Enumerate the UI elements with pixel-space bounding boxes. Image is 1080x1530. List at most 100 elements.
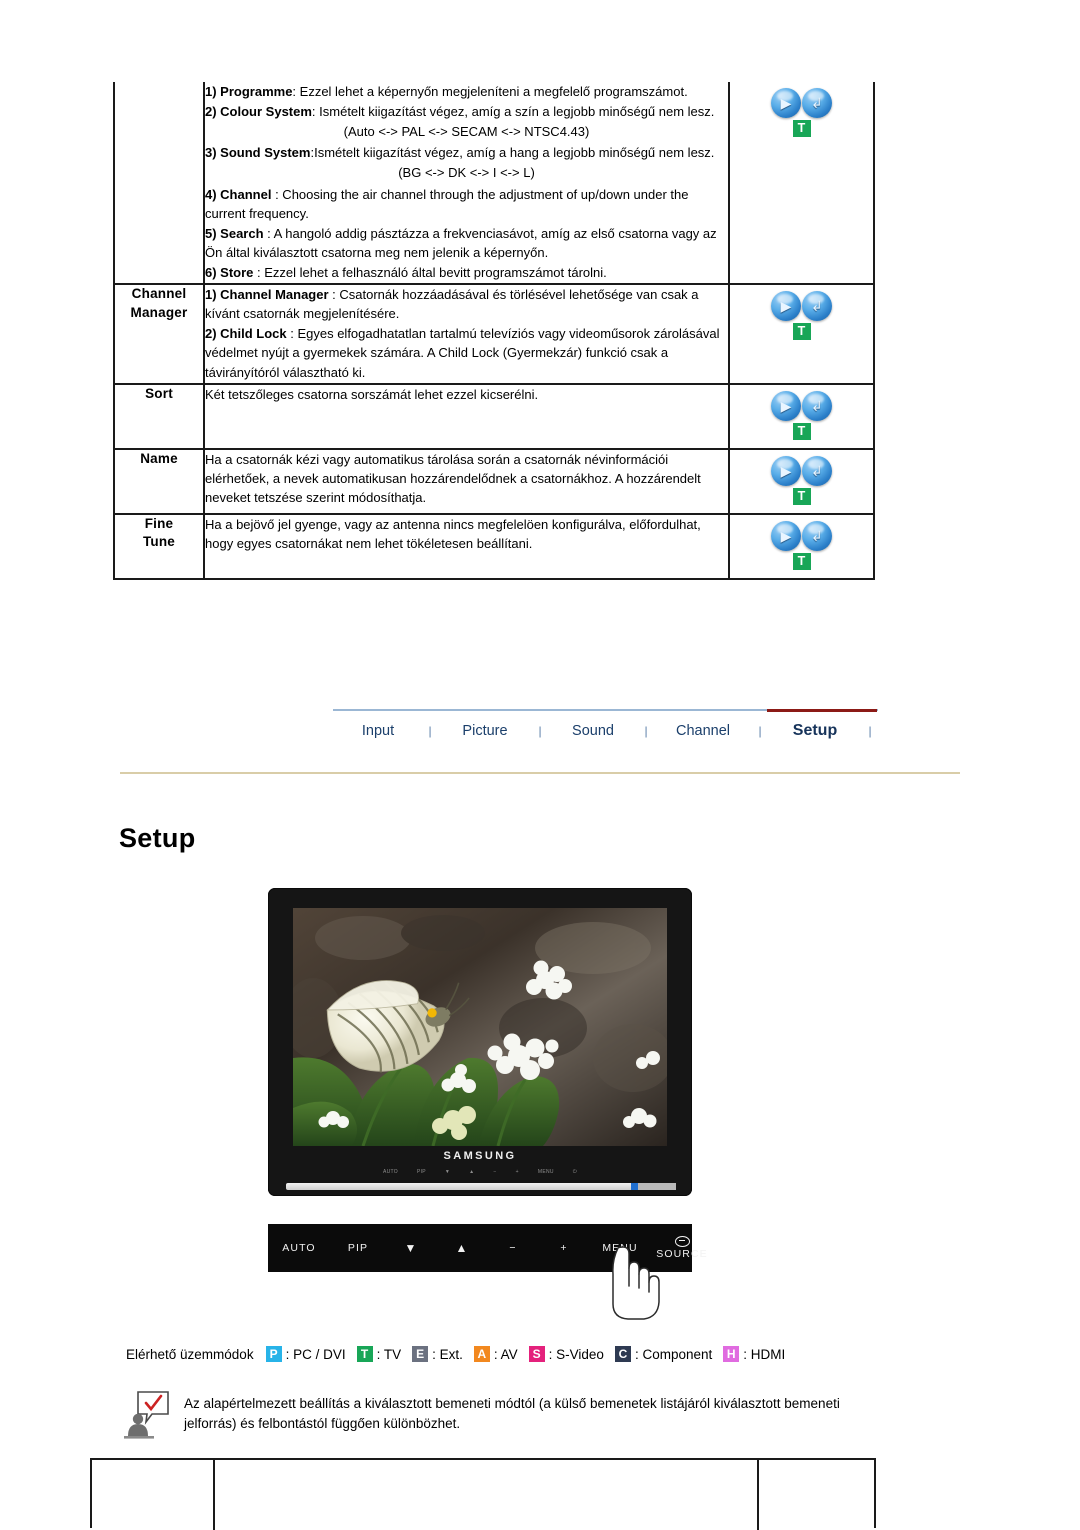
enter-icon: ↲ [802, 291, 832, 322]
table-row: Fine Tune Ha a bejövő jel gyenge, vagy az … [113, 512, 875, 580]
legend-item-s: S: S-Video [528, 1346, 604, 1362]
tv-mode-badge: T [792, 422, 811, 440]
row-label-cell: Sort [113, 382, 205, 450]
legend-lead-label: Elérhető üzemmódok [126, 1346, 254, 1362]
desc-paragraph: 5) Search : A hangoló addig pásztázza a … [205, 225, 717, 260]
mode-chip-p: P [265, 1346, 282, 1362]
legend-item-t: T: TV [356, 1346, 402, 1362]
mode-chip-label: : TV [376, 1346, 402, 1362]
up-button[interactable]: ▲ [436, 1241, 488, 1255]
mode-chip-label: : Ext. [432, 1346, 463, 1362]
tv-mode-badge: T [792, 323, 811, 341]
row-icon-cell: ▶ ↲ T [728, 283, 875, 385]
nav-tab-input[interactable]: Input [333, 723, 423, 739]
play-icon: ▶ [771, 520, 801, 551]
bezel-marking: ▼ [444, 1169, 451, 1175]
row-icon-cell: ▶ ↲ T [728, 382, 875, 450]
table-row: Sort Két tetszőleges csatorna sorszámát l… [113, 382, 875, 450]
play-icon: ▶ [771, 390, 801, 421]
down-button[interactable]: ▼ [386, 1241, 436, 1255]
desc-paragraph: 4) Channel : Choosing the air channel th… [205, 186, 689, 221]
enter-icon: ↲ [802, 455, 832, 486]
mode-chip-label: : HDMI [743, 1346, 786, 1362]
mode-icon-group: ▶ ↲ T [771, 82, 832, 145]
desc-center-line: (Auto <-> PAL <-> SECAM <-> NTSC4.43) [343, 124, 590, 140]
next-table-top-edge [90, 1458, 876, 1530]
feature-spec-table: 1) Programme: Ezzel lehet a képernyőn me… [113, 82, 875, 580]
mode-chip-t: T [356, 1346, 373, 1362]
legend-item-h: H: HDMI [723, 1346, 785, 1362]
monitor-screen [293, 908, 667, 1146]
desc-paragraph: Ha a csatornák kézi vagy automatikus tár… [205, 451, 701, 505]
mode-chip-s: S [528, 1346, 545, 1362]
butterfly-photo [293, 908, 667, 1146]
note-text: Az alapértelmezett beállítás a kiválaszt… [184, 1396, 840, 1432]
bezel-marking: ⏻ [572, 1169, 578, 1175]
tv-mode-badge: T [792, 120, 811, 137]
section-divider [120, 772, 960, 774]
row-label-cell [113, 82, 205, 286]
enter-icon: ↲ [802, 520, 832, 551]
pip-button[interactable]: PIP [330, 1242, 386, 1254]
table-row: Channel Manager 1) Channel Manager : Csato… [113, 283, 875, 385]
bezel-button-markings: AUTO PIP ▼ ▲ − + MENU ⏻ [383, 1169, 577, 1175]
nav-tab-channel[interactable]: Channel [653, 723, 753, 739]
desc-paragraph: Két tetszőleges csatorna sorszámát lehet… [205, 386, 539, 402]
bezel-marking: + [515, 1169, 519, 1175]
mode-icon-group: ▶ ↲ T [771, 385, 832, 448]
table-row: Name Ha a csatornák kézi vagy automatikus… [113, 447, 875, 515]
row-icon-cell: ▶ ↲ T [728, 447, 875, 515]
desc-paragraph: 2) Child Lock : Egyes elfogadhatatlan ta… [205, 326, 720, 380]
desc-center-line: (BG <-> DK <-> I <-> L) [398, 165, 535, 181]
auto-button[interactable]: AUTO [268, 1242, 330, 1254]
nav-separator: | [758, 724, 762, 738]
minus-button[interactable]: − [488, 1242, 538, 1254]
desc-paragraph: 6) Store : Ezzel lehet a felhasználó ált… [205, 264, 607, 280]
nav-separator: | [538, 724, 542, 738]
mode-chip-label: : AV [493, 1346, 518, 1362]
row-description-cell: 1) Channel Manager : Csatornák hozzáadás… [203, 283, 730, 385]
monitor-illustration: SAMSUNG AUTO PIP ▼ ▲ − + MENU ⏻ [268, 888, 692, 1196]
row-label-cell: Channel Manager [113, 283, 205, 385]
bezel-marking: MENU [537, 1169, 554, 1175]
row-icon-cell: ▶ ↲ T [728, 82, 875, 286]
available-modes-legend: Elérhető üzemmódok P: PC / DVI T: TV E: Ex… [126, 1346, 796, 1362]
enter-icon: ↲ [802, 88, 832, 118]
plus-button[interactable]: + [538, 1242, 590, 1254]
mode-chip-c: C [614, 1346, 631, 1362]
monitor-stand-slot [286, 1183, 676, 1190]
bezel-marking: AUTO [382, 1169, 398, 1175]
enter-icon: ↲ [802, 390, 832, 421]
nav-tab-setup[interactable]: Setup [767, 722, 863, 740]
section-nav: Input | Picture | Sound | Channel | Setup | [333, 709, 878, 753]
nav-tab-sound[interactable]: Sound [547, 723, 639, 739]
row-label-cell: Fine Tune [113, 512, 205, 580]
nav-separator: | [868, 724, 872, 738]
pointing-hand-icon [612, 1246, 660, 1320]
desc-paragraph: Ha a bejövő jel gyenge, vagy az antenna … [205, 516, 701, 551]
row-label-cell: Name [113, 447, 205, 515]
bezel-marking: − [493, 1169, 497, 1175]
table-row: 1) Programme: Ezzel lehet a képernyőn me… [113, 82, 875, 286]
row-icon-cell: ▶ ↲ T [728, 512, 875, 580]
desc-paragraph: 2) Colour System: Ismételt kiigazítást v… [205, 104, 715, 120]
legend-item-c: C: Component [614, 1346, 712, 1362]
nav-separator: | [428, 724, 432, 738]
mode-chip-label: : S-Video [548, 1346, 604, 1362]
tv-mode-badge: T [792, 487, 811, 505]
play-icon: ▶ [771, 455, 801, 486]
row-description-cell: Ha a csatornák kézi vagy automatikus tár… [203, 447, 730, 515]
desc-paragraph: 3) Sound System:Ismételt kiigazítást vég… [205, 145, 715, 161]
mode-icon-group: ▶ ↲ T [771, 515, 832, 578]
mode-icon-group: ▶ ↲ T [771, 285, 832, 348]
desc-paragraph: 1) Programme: Ezzel lehet a képernyőn me… [205, 84, 688, 99]
tv-mode-badge: T [792, 552, 811, 570]
mode-chip-label: : PC / DVI [285, 1346, 346, 1362]
nav-tab-picture[interactable]: Picture [437, 723, 533, 739]
bezel-marking: ▲ [469, 1169, 475, 1175]
row-description-cell: Két tetszőleges csatorna sorszámát lehet… [203, 382, 730, 450]
legend-item-e: E: Ext. [412, 1346, 463, 1362]
note-person-check-icon [122, 1390, 184, 1442]
mode-chip-e: E [412, 1346, 429, 1362]
mode-icon-group: ▶ ↲ T [771, 450, 832, 513]
